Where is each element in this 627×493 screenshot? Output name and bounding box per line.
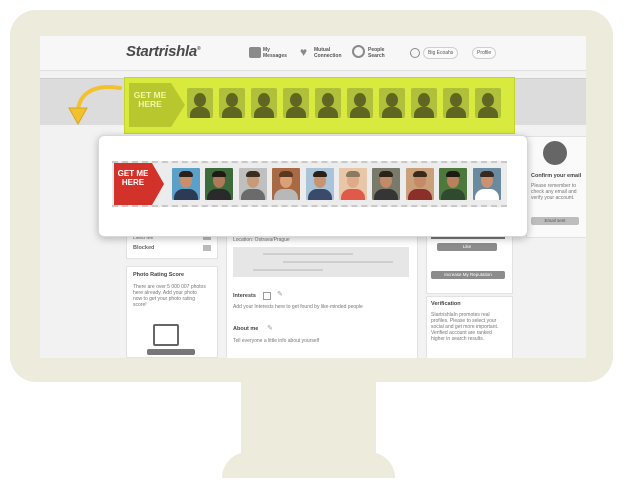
email-sent-button[interactable]: Email sent <box>531 217 579 225</box>
profile-photo-thumbnail[interactable] <box>172 168 200 200</box>
interests-hint: Add your Interests here to get found by … <box>233 304 363 310</box>
ecoahs-pill[interactable]: Big Ecoahs <box>423 47 459 59</box>
lime-photo-thumbnail <box>443 88 469 118</box>
photo-rating-text: There are over 5 000 007 photos here alr… <box>133 284 206 308</box>
verification-title: Verification <box>431 301 461 307</box>
lime-photo-thumbnail <box>315 88 341 118</box>
lime-photo-thumbnail <box>187 88 213 118</box>
photo-rating-title: Photo Rating Score <box>133 272 185 278</box>
verification-text: StartrishlaIn promotes real profiles. Pl… <box>431 312 499 342</box>
nav-messages[interactable]: My Messages <box>263 47 295 59</box>
nav-people-search[interactable]: People Search <box>368 47 400 59</box>
lime-photo-thumbnail <box>283 88 309 118</box>
reputation-panel: Like Increase My Reputation <box>426 232 513 294</box>
profile-photo-thumbnail[interactable] <box>205 168 234 200</box>
site-logo[interactable]: Startrishla® <box>126 43 201 60</box>
sidebar-item-blocked[interactable]: Blocked <box>133 245 154 252</box>
count-badge <box>203 245 211 251</box>
get-me-here-arrow <box>152 163 164 205</box>
checkbox-icon[interactable] <box>263 292 271 300</box>
profile-photo-thumbnail[interactable] <box>305 168 334 200</box>
verification-panel: Verification StartrishlaIn promotes real… <box>426 296 513 358</box>
messages-icon[interactable] <box>249 47 261 58</box>
rating-gauge-icon <box>153 324 179 346</box>
lime-tag-arrow <box>171 83 185 127</box>
confirm-email-text: Please remember to check any email and v… <box>531 183 577 201</box>
lime-photo-thumbnail <box>379 88 405 118</box>
edit-icon[interactable]: ✎ <box>277 290 283 298</box>
lime-promo-strip: GET ME HERE <box>124 77 515 134</box>
lime-get-me-here-tag[interactable]: GET ME HERE <box>129 83 171 127</box>
top-navigation: Startrishla® My Messages ♥ Mutual Connec… <box>40 36 586 71</box>
profile-photo-thumbnail[interactable] <box>339 168 367 200</box>
heart-icon[interactable]: ♥ <box>300 46 307 58</box>
profile-main-panel: Location: Ostrava/Prague Interests ✎ Add… <box>226 232 418 358</box>
photo-rating-panel: Photo Rating Score There are over 5 000 … <box>126 266 218 358</box>
like-button[interactable]: Like <box>437 243 497 251</box>
about-label: About me <box>233 326 259 332</box>
profile-photo-thumbnail[interactable] <box>405 168 434 200</box>
curved-arrow-icon <box>68 85 122 126</box>
lime-photo-thumbnail <box>475 88 501 118</box>
monitor-stand-neck <box>241 380 376 455</box>
monitor-stand-base <box>222 452 395 478</box>
lime-photo-thumbnail <box>347 88 373 118</box>
profile-photo-thumbnail[interactable] <box>372 168 401 200</box>
coin-icon <box>410 48 420 58</box>
promo-popup-card: GET ME HERE <box>98 135 528 237</box>
profile-photo-thumbnail[interactable] <box>472 168 501 200</box>
profile-photo-thumbnail[interactable] <box>238 168 267 200</box>
about-hint: Tell everyone a little info about yourse… <box>233 338 320 344</box>
search-icon[interactable] <box>352 45 365 58</box>
profile-photo-thumbnail[interactable] <box>439 168 468 200</box>
upload-photo-button[interactable] <box>147 349 195 355</box>
lime-photo-thumbnail <box>219 88 245 118</box>
location-label: Location: Ostrava/Prague <box>233 237 290 243</box>
lime-photo-thumbnail <box>411 88 437 118</box>
edit-icon[interactable]: ✎ <box>267 324 273 332</box>
confirm-email-title: Confirm your email <box>531 173 582 179</box>
interests-label: Interests <box>233 293 256 299</box>
confirm-email-panel: Confirm your email Please remember to ch… <box>526 136 586 238</box>
profile-pill[interactable]: Profile <box>472 47 497 59</box>
lime-photo-thumbnail <box>251 88 277 118</box>
nav-mutual-connection[interactable]: Mutual Connection <box>314 47 346 59</box>
profile-photo-thumbnail[interactable] <box>272 168 301 200</box>
envelope-icon <box>543 141 567 165</box>
increase-reputation-button[interactable]: Increase My Reputation <box>431 271 505 279</box>
get-me-here-tag[interactable]: GET ME HERE <box>114 163 152 205</box>
location-map[interactable] <box>233 247 409 277</box>
